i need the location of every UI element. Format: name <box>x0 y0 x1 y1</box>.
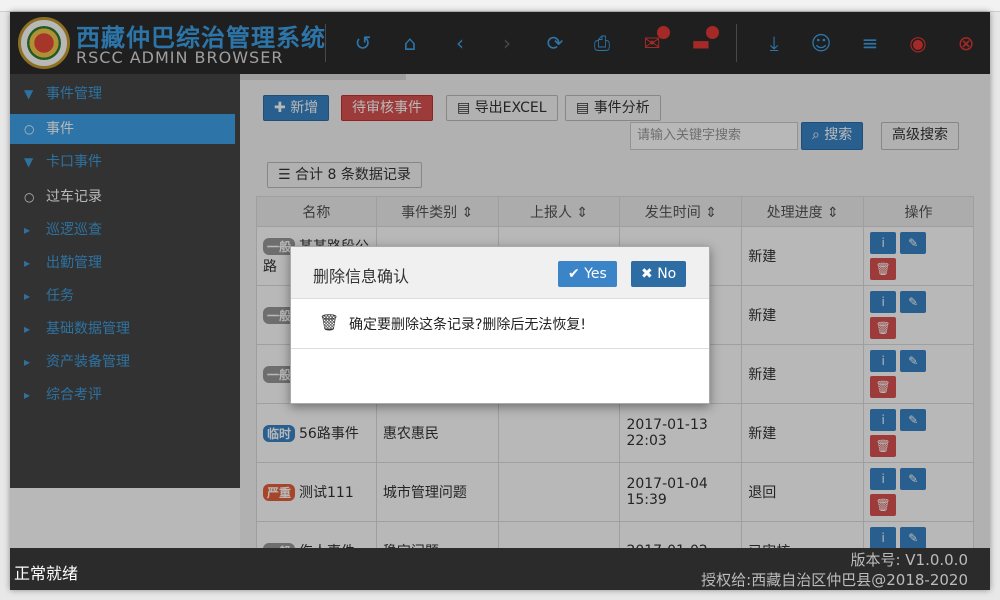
yes-button[interactable]: ✔ Yes <box>558 261 617 287</box>
background-window-strip <box>0 0 1000 12</box>
app-window: 西藏仲巴综治管理系统 RSCC ADMIN BROWSER ↺ ⌂ ‹ › ⟳ … <box>10 12 990 590</box>
no-button[interactable]: ✖ No <box>631 261 687 287</box>
delete-confirm-dialog: 删除信息确认 ✖ 🗑 确定要删除这条记录?删除后无法恢复! ✔ Yes ✖ No <box>290 246 710 404</box>
status-text: 正常就绪 <box>14 564 79 583</box>
no-label: No <box>657 266 677 282</box>
dialog-message: 确定要删除这条记录?删除后无法恢复! <box>349 317 587 333</box>
version-text: 版本号: V1.0.0.0 <box>850 551 968 569</box>
dialog-title: 删除信息确认 <box>313 267 410 286</box>
dialog-body: 🗑 确定要删除这条记录?删除后无法恢复! <box>291 299 709 349</box>
status-bar: 正常就绪 版本号: V1.0.0.0 授权给:西藏自治区仲巴县@2018-202… <box>10 548 990 590</box>
yes-label: Yes <box>584 266 607 282</box>
check-icon: ✔ <box>568 266 580 282</box>
license-text: 授权给:西藏自治区仲巴县@2018-2020 <box>701 571 968 589</box>
status-info: 版本号: V1.0.0.0 授权给:西藏自治区仲巴县@2018-2020 <box>701 550 968 590</box>
trash-icon: 🗑 <box>319 313 340 332</box>
x-icon: ✖ <box>641 266 653 282</box>
